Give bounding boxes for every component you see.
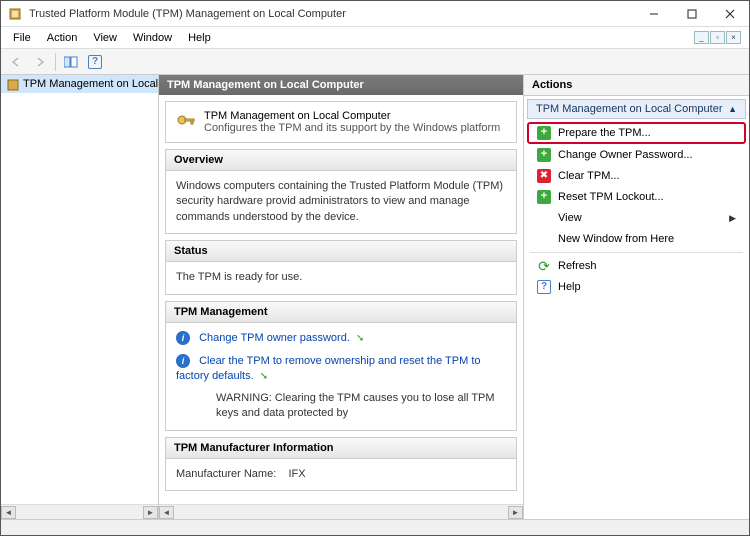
forward-button xyxy=(29,51,51,73)
help-button[interactable]: ? xyxy=(84,51,106,73)
minimize-button[interactable] xyxy=(635,1,673,27)
mdi-controls: _ ▫ × xyxy=(694,31,745,44)
menu-window[interactable]: Window xyxy=(125,30,180,46)
collapse-icon: ▲ xyxy=(728,104,737,114)
blank-icon xyxy=(537,232,551,246)
submenu-arrow-icon: ▶ xyxy=(729,213,736,224)
content-area: TPM Management on Local Comput ◄► TPM Ma… xyxy=(1,75,749,519)
scroll-right-button[interactable]: ► xyxy=(508,506,523,519)
tree-pane: TPM Management on Local Comput ◄► xyxy=(1,75,159,519)
action-prepare-label: Prepare the TPM... xyxy=(558,127,651,139)
close-button[interactable] xyxy=(711,1,749,27)
refresh-icon: ⟳ xyxy=(537,259,551,273)
status-bar xyxy=(1,519,749,535)
action-new-window[interactable]: New Window from Here xyxy=(527,229,746,249)
key-icon xyxy=(176,110,196,134)
clear-warning: WARNING: Clearing the TPM causes you to … xyxy=(216,391,506,422)
scroll-left-button[interactable]: ◄ xyxy=(159,506,174,519)
back-button xyxy=(5,51,27,73)
manuf-name-label: Manufacturer Name: xyxy=(176,468,276,480)
actions-section-header[interactable]: TPM Management on Local Computer ▲ xyxy=(527,99,746,119)
change-password-link[interactable]: Change TPM owner password. xyxy=(199,332,350,344)
center-header: TPM Management on Local Computer xyxy=(159,75,523,95)
actions-header: Actions xyxy=(524,75,749,96)
toolbar-separator xyxy=(55,53,56,71)
maximize-button[interactable] xyxy=(673,1,711,27)
action-help[interactable]: ? Help xyxy=(527,277,746,297)
mdi-minimize-button[interactable]: _ xyxy=(694,31,709,44)
show-hide-tree-button[interactable] xyxy=(60,51,82,73)
arrow-icon: ➘ xyxy=(356,332,364,346)
plus-icon: + xyxy=(537,126,551,140)
action-clear-label: Clear TPM... xyxy=(558,170,620,182)
menu-action[interactable]: Action xyxy=(39,30,86,46)
action-change-owner[interactable]: + Change Owner Password... xyxy=(527,145,746,165)
status-card: Status The TPM is ready for use. xyxy=(165,240,517,294)
menu-view[interactable]: View xyxy=(85,30,125,46)
tree-scrollbar[interactable]: ◄► xyxy=(1,504,158,519)
manuf-name-value: IFX xyxy=(289,468,306,480)
actions-pane: Actions TPM Management on Local Computer… xyxy=(524,75,749,519)
intro-desc: Configures the TPM and its support by th… xyxy=(204,122,500,134)
status-heading: Status xyxy=(166,241,516,262)
menu-bar: File Action View Window Help _ ▫ × xyxy=(1,27,749,49)
x-icon: ✖ xyxy=(537,169,551,183)
menu-help[interactable]: Help xyxy=(180,30,219,46)
scroll-left-button[interactable]: ◄ xyxy=(1,506,16,519)
action-separator xyxy=(530,252,743,253)
title-bar: Trusted Platform Module (TPM) Management… xyxy=(1,1,749,27)
window-title: Trusted Platform Module (TPM) Management… xyxy=(29,8,635,20)
app-icon xyxy=(7,6,23,22)
center-pane: TPM Management on Local Computer TPM Man… xyxy=(159,75,524,519)
clear-tpm-link[interactable]: Clear the TPM to remove ownership and re… xyxy=(176,355,481,382)
action-reset-lockout[interactable]: + Reset TPM Lockout... xyxy=(527,187,746,207)
mgmt-heading: TPM Management xyxy=(166,302,516,323)
mdi-close-button[interactable]: × xyxy=(726,31,741,44)
mgmt-card: TPM Management i Change TPM owner passwo… xyxy=(165,301,517,431)
arrow-icon: ➘ xyxy=(260,370,268,384)
action-reset-label: Reset TPM Lockout... xyxy=(558,191,664,203)
plus-icon: + xyxy=(537,148,551,162)
action-view[interactable]: View ▶ xyxy=(527,208,746,228)
actions-section-label: TPM Management on Local Computer xyxy=(536,103,722,115)
manuf-heading: TPM Manufacturer Information xyxy=(166,438,516,459)
action-help-label: Help xyxy=(558,281,581,293)
action-clear-tpm[interactable]: ✖ Clear TPM... xyxy=(527,166,746,186)
info-icon: i xyxy=(176,354,190,368)
scroll-right-button[interactable]: ► xyxy=(143,506,158,519)
mdi-restore-button[interactable]: ▫ xyxy=(710,31,725,44)
action-view-label: View xyxy=(558,212,582,224)
blank-icon xyxy=(537,211,551,225)
action-refresh-label: Refresh xyxy=(558,260,597,272)
tree-root-label: TPM Management on Local Comput xyxy=(23,78,158,90)
overview-heading: Overview xyxy=(166,150,516,171)
info-icon: i xyxy=(176,331,190,345)
action-refresh[interactable]: ⟳ Refresh xyxy=(527,256,746,276)
center-scrollbar[interactable]: ◄► xyxy=(159,504,523,519)
overview-body: Windows computers containing the Trusted… xyxy=(166,171,516,233)
action-prepare-tpm[interactable]: + Prepare the TPM... xyxy=(527,122,746,144)
plus-icon: + xyxy=(537,190,551,204)
menu-file[interactable]: File xyxy=(5,30,39,46)
toolbar: ? xyxy=(1,49,749,75)
action-new-window-label: New Window from Here xyxy=(558,233,674,245)
status-body: The TPM is ready for use. xyxy=(166,262,516,293)
overview-card: Overview Windows computers containing th… xyxy=(165,149,517,234)
intro-title: TPM Management on Local Computer xyxy=(204,110,500,122)
action-change-owner-label: Change Owner Password... xyxy=(558,149,693,161)
chip-icon xyxy=(5,77,19,91)
help-icon: ? xyxy=(537,280,551,294)
tree-root-item[interactable]: TPM Management on Local Comput xyxy=(1,75,158,93)
manuf-card: TPM Manufacturer Information Manufacture… xyxy=(165,437,517,491)
intro-card: TPM Management on Local Computer Configu… xyxy=(165,101,517,143)
